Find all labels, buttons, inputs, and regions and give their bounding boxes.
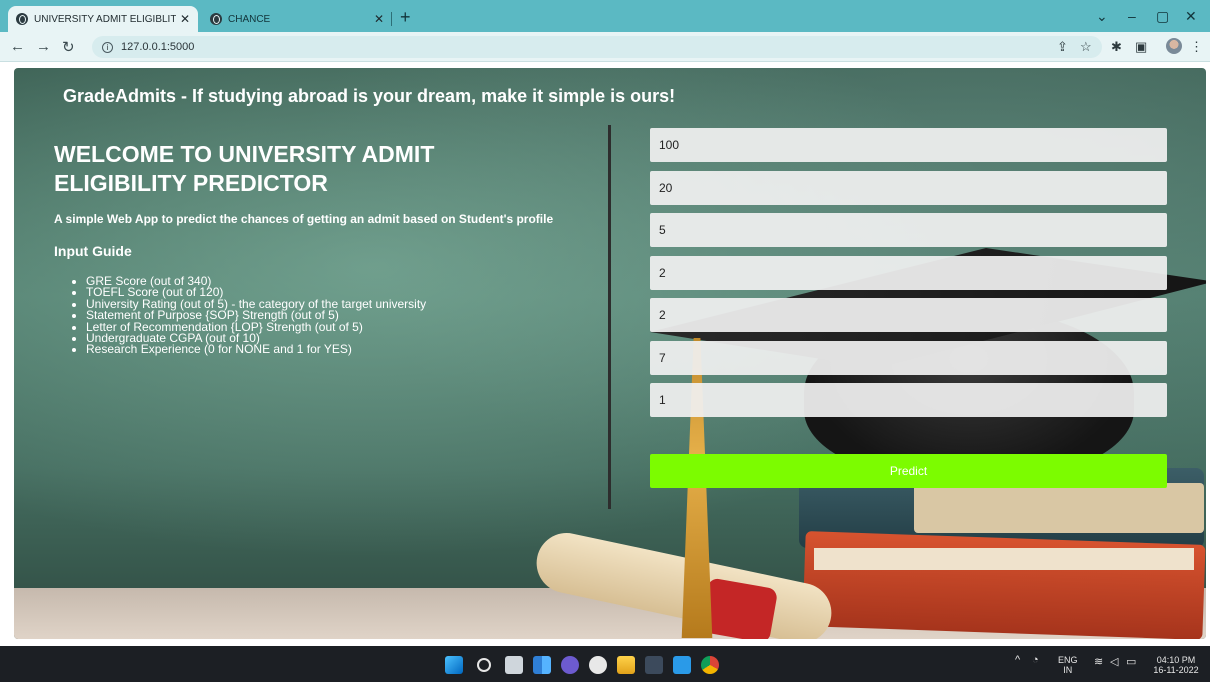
globe-icon — [210, 13, 222, 25]
tab-separator — [391, 12, 392, 26]
page-viewport: GradeAdmits - If studying abroad is your… — [14, 68, 1206, 639]
url-input[interactable]: i 127.0.0.1:5000 — [92, 36, 1102, 58]
chevron-up-icon[interactable]: ^ — [1015, 655, 1020, 666]
prediction-form — [650, 128, 1167, 426]
menu-icon[interactable]: ⋮ — [1190, 39, 1203, 55]
clock-time: 04:10 PM — [1156, 655, 1196, 665]
chrome-icon[interactable] — [701, 656, 719, 674]
back-arrow-icon[interactable]: ← — [10, 38, 25, 55]
app-icon[interactable] — [589, 656, 607, 674]
close-icon[interactable]: ✕ — [180, 12, 190, 26]
browser-tab-bar: UNIVERSITY ADMIT ELIGIBLITY P ✕ CHANCE ✕… — [0, 0, 1210, 32]
notification-app-icon[interactable]: ◔ — [1032, 655, 1039, 666]
sop-strength-input[interactable] — [650, 255, 1167, 290]
input-guide-list: GRE Score (out of 340) TOEFL Score (out … — [86, 275, 574, 356]
sidebar-icon[interactable]: ▣ — [1135, 39, 1147, 55]
widgets-icon[interactable] — [533, 656, 551, 674]
minimize-icon[interactable]: – — [1128, 8, 1136, 24]
tab-title: UNIVERSITY ADMIT ELIGIBLITY P — [34, 13, 176, 25]
star-icon[interactable]: ☆ — [1080, 39, 1092, 55]
tab-chance[interactable]: CHANCE ✕ — [202, 6, 392, 32]
info-panel: WELCOME TO UNIVERSITY ADMIT ELIGIBILITY … — [54, 140, 574, 356]
new-tab-button[interactable]: + — [400, 7, 411, 28]
language-code: ENG — [1058, 655, 1078, 665]
tab-title: CHANCE — [228, 13, 271, 25]
share-icon[interactable]: ⇪ — [1057, 39, 1068, 55]
clock[interactable]: 04:10 PM 16-11-2022 — [1150, 655, 1202, 675]
gre-score-input[interactable] — [650, 128, 1167, 162]
volume-icon[interactable]: ◁ — [1110, 657, 1118, 668]
chat-icon[interactable] — [561, 656, 579, 674]
reload-icon[interactable]: ↻ — [62, 38, 75, 56]
input-guide-heading: Input Guide — [54, 243, 132, 259]
windows-start-icon[interactable] — [445, 656, 463, 674]
research-experience-input[interactable] — [650, 383, 1167, 417]
language-indicator[interactable]: ENG IN — [1058, 655, 1078, 675]
store-icon[interactable] — [645, 656, 663, 674]
wifi-icon[interactable]: ≋ — [1094, 657, 1103, 668]
region-code: IN — [1063, 665, 1073, 675]
address-bar: ← → ↻ i 127.0.0.1:5000 ⇪ ☆ ✱ ▣ ⋮ — [0, 32, 1210, 62]
site-title: GradeAdmits - If studying abroad is your… — [63, 86, 676, 106]
page-title: WELCOME TO UNIVERSITY ADMIT ELIGIBILITY … — [54, 141, 435, 196]
search-icon[interactable] — [477, 658, 491, 672]
list-item: Research Experience (0 for NONE and 1 fo… — [86, 343, 574, 355]
url-text: 127.0.0.1:5000 — [121, 41, 195, 53]
task-view-icon[interactable] — [505, 656, 523, 674]
background-book-pages — [914, 483, 1204, 533]
close-window-icon[interactable]: ✕ — [1185, 8, 1197, 25]
cgpa-input[interactable] — [650, 340, 1167, 375]
info-icon[interactable]: i — [102, 41, 113, 53]
forward-arrow-icon[interactable]: → — [36, 38, 51, 55]
globe-icon — [16, 13, 28, 25]
page-subtitle: A simple Web App to predict the chances … — [54, 212, 554, 226]
background-book-pages — [814, 548, 1194, 570]
predict-button[interactable]: Predict — [650, 454, 1167, 488]
profile-avatar[interactable] — [1166, 38, 1182, 54]
toefl-score-input[interactable] — [650, 170, 1167, 205]
university-rating-input[interactable] — [650, 213, 1167, 247]
battery-icon[interactable]: ▭ — [1126, 657, 1136, 668]
restore-icon[interactable]: ▢ — [1156, 8, 1169, 25]
clock-date: 16-11-2022 — [1153, 665, 1199, 675]
vscode-icon[interactable] — [673, 656, 691, 674]
tab-university-admit[interactable]: UNIVERSITY ADMIT ELIGIBLITY P ✕ — [8, 6, 198, 32]
extensions-icon[interactable]: ✱ — [1111, 39, 1122, 55]
lor-strength-input[interactable] — [650, 298, 1167, 332]
close-icon[interactable]: ✕ — [374, 12, 384, 26]
vertical-divider — [608, 125, 611, 509]
file-explorer-icon[interactable] — [617, 656, 635, 674]
chevron-down-icon[interactable]: ⌄ — [1096, 8, 1108, 25]
